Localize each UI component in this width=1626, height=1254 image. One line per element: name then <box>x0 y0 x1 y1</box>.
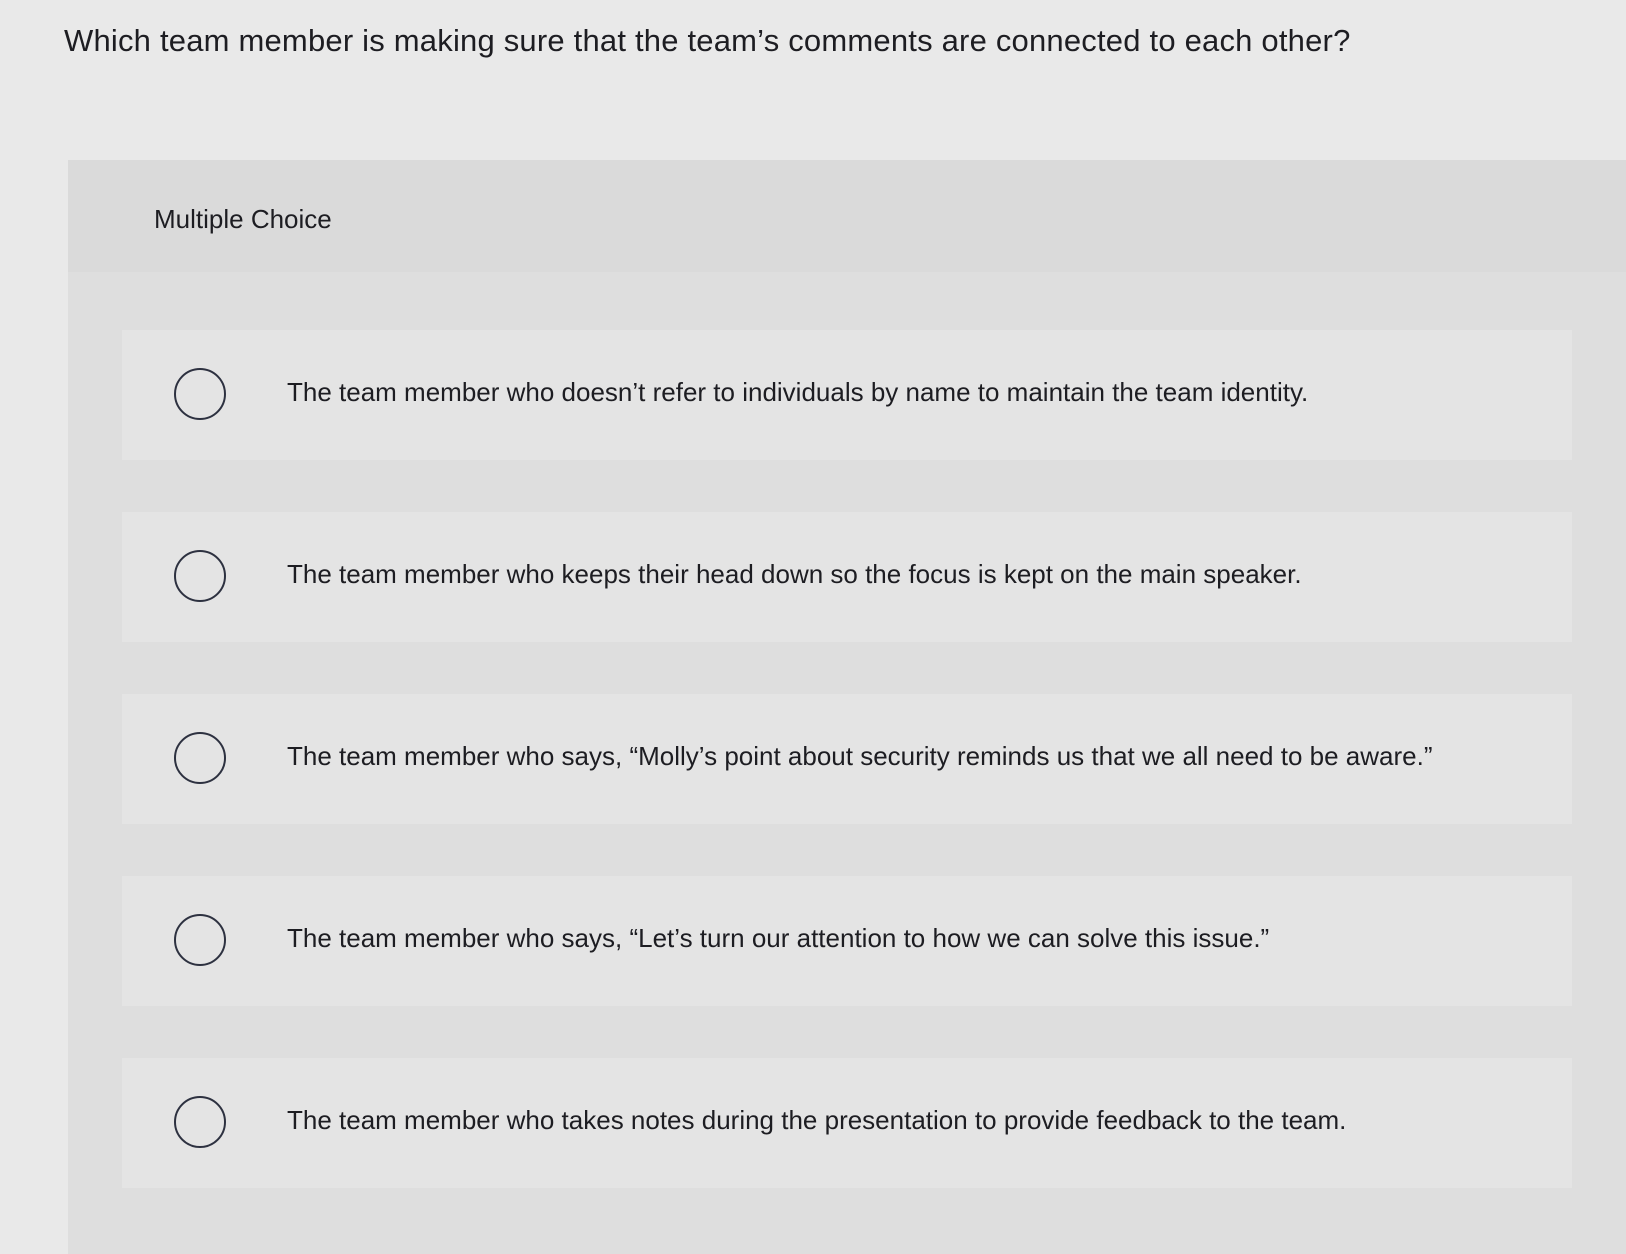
radio-button-1[interactable] <box>174 368 226 420</box>
answer-choices: The team member who doesn’t refer to ind… <box>122 330 1572 1240</box>
answer-option-3[interactable]: The team member who says, “Molly’s point… <box>122 694 1572 824</box>
answer-option-5[interactable]: The team member who takes notes during t… <box>122 1058 1572 1188</box>
answer-option-label: The team member who keeps their head dow… <box>287 559 1302 589</box>
radio-button-2[interactable] <box>174 550 226 602</box>
answer-option-4[interactable]: The team member who says, “Let’s turn ou… <box>122 876 1572 1006</box>
multiple-choice-panel: Multiple Choice The team member who does… <box>68 160 1626 1254</box>
answer-option-label: The team member who takes notes during t… <box>287 1105 1347 1135</box>
answer-option-1[interactable]: The team member who doesn’t refer to ind… <box>122 330 1572 460</box>
answer-option-label: The team member who says, “Let’s turn ou… <box>287 923 1270 953</box>
radio-button-5[interactable] <box>174 1096 226 1148</box>
radio-button-3[interactable] <box>174 732 226 784</box>
radio-button-4[interactable] <box>174 914 226 966</box>
answer-option-label: The team member who doesn’t refer to ind… <box>287 377 1309 407</box>
answer-option-label: The team member who says, “Molly’s point… <box>287 741 1433 771</box>
question-type-label: Multiple Choice <box>154 204 332 234</box>
panel-header: Multiple Choice <box>68 160 1626 272</box>
question-text: Which team member is making sure that th… <box>64 23 1351 58</box>
answer-option-2[interactable]: The team member who keeps their head dow… <box>122 512 1572 642</box>
